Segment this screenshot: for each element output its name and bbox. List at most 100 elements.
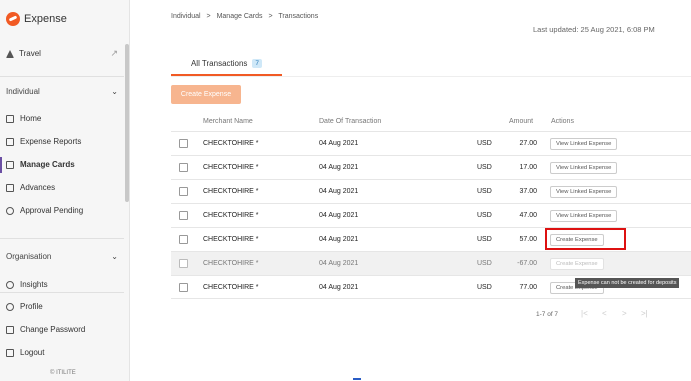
sidebar-scrollbar[interactable] xyxy=(125,44,129,202)
breadcrumb-separator: > xyxy=(206,13,211,20)
merchant-name: CHECKTOHIRE * xyxy=(203,188,259,195)
active-indicator xyxy=(0,157,2,173)
view-linked-expense-button[interactable]: View Linked Expense xyxy=(550,186,618,198)
transaction-date: 04 Aug 2021 xyxy=(319,164,359,171)
prev-page-icon[interactable]: < xyxy=(602,309,607,318)
breadcrumb-individual[interactable]: Individual xyxy=(171,13,201,20)
sidebar-item-profile[interactable]: Profile xyxy=(6,302,43,311)
currency: USD xyxy=(477,236,492,243)
view-linked-expense-button[interactable]: View Linked Expense xyxy=(550,162,618,174)
sidebar-item-label: Profile xyxy=(20,302,43,311)
breadcrumb-separator: > xyxy=(268,13,273,20)
sidebar-item-logout[interactable]: Logout xyxy=(6,348,44,357)
section-organisation[interactable]: Organisation ⌄ xyxy=(6,252,118,261)
last-page-icon[interactable]: >| xyxy=(641,309,648,318)
logout-icon xyxy=(6,348,14,357)
merchant-name: CHECKTOHIRE * xyxy=(203,212,259,219)
home-icon xyxy=(6,114,14,123)
amount: 57.00 xyxy=(519,236,537,243)
sidebar-item-label: Home xyxy=(20,114,42,123)
row-checkbox[interactable] xyxy=(179,259,188,268)
transaction-date: 04 Aug 2021 xyxy=(319,188,359,195)
sidebar-item-advances[interactable]: Advances xyxy=(6,183,55,192)
sidebar-item-label: Change Password xyxy=(20,325,86,334)
create-expense-row-button-disabled[interactable]: Create Expense xyxy=(550,258,604,270)
table-row: CHECKTOHIRE * 04 Aug 2021 USD -67.00 Cre… xyxy=(171,251,691,275)
amount: -67.00 xyxy=(517,260,537,267)
highlight-box xyxy=(545,228,626,250)
column-header-actions: Actions xyxy=(551,118,574,125)
deposit-tooltip: Expense can not be created for deposits xyxy=(575,278,680,288)
currency: USD xyxy=(477,188,492,195)
chevron-down-icon: ⌄ xyxy=(111,87,118,96)
breadcrumb-manage-cards[interactable]: Manage Cards xyxy=(217,13,263,20)
merchant-name: CHECKTOHIRE * xyxy=(203,260,259,267)
next-page-icon[interactable]: > xyxy=(622,309,627,318)
currency: USD xyxy=(477,260,492,267)
transaction-date: 04 Aug 2021 xyxy=(319,212,359,219)
copyright: © ITILITE xyxy=(50,370,76,376)
last-updated: Last updated: 25 Aug 2021, 6:08 PM xyxy=(533,25,655,34)
row-checkbox[interactable] xyxy=(179,187,188,196)
view-linked-expense-button[interactable]: View Linked Expense xyxy=(550,210,618,222)
card-icon xyxy=(6,160,14,169)
sidebar-item-label: Approval Pending xyxy=(20,206,84,215)
section-title: Organisation xyxy=(6,252,52,261)
row-checkbox[interactable] xyxy=(179,235,188,244)
sidebar-item-change-password[interactable]: Change Password xyxy=(6,325,85,334)
transaction-date: 04 Aug 2021 xyxy=(319,284,359,291)
tab-underline xyxy=(171,76,691,77)
merchant-name: CHECKTOHIRE * xyxy=(203,236,259,243)
sidebar-item-label: Advances xyxy=(20,183,56,192)
sidebar: Expense Travel ↗ Individual ⌄ Home Expen… xyxy=(0,0,130,381)
currency: USD xyxy=(477,140,492,147)
table-row: CHECKTOHIRE * 04 Aug 2021 USD 47.00 View… xyxy=(171,203,691,227)
app-logo[interactable]: Expense xyxy=(6,12,67,26)
travel-icon xyxy=(6,49,14,58)
expense-logo-icon xyxy=(6,12,20,26)
row-checkbox[interactable] xyxy=(179,163,188,172)
sidebar-item-manage-cards[interactable]: Manage Cards xyxy=(6,160,75,169)
sidebar-item-approval-pending[interactable]: Approval Pending xyxy=(6,206,83,215)
merchant-name: CHECKTOHIRE * xyxy=(203,140,259,147)
section-individual[interactable]: Individual ⌄ xyxy=(6,87,118,96)
row-checkbox[interactable] xyxy=(179,211,188,220)
sidebar-item-insights[interactable]: Insights xyxy=(6,280,48,289)
merchant-name: CHECKTOHIRE * xyxy=(203,164,259,171)
transaction-date: 04 Aug 2021 xyxy=(319,140,359,147)
amount: 47.00 xyxy=(519,212,537,219)
amount: 37.00 xyxy=(519,188,537,195)
sidebar-item-home[interactable]: Home xyxy=(6,114,41,123)
breadcrumb: Individual > Manage Cards > Transactions xyxy=(171,13,322,20)
table-row: CHECKTOHIRE * 04 Aug 2021 USD 27.00 View… xyxy=(171,131,691,155)
section-title: Individual xyxy=(6,87,40,96)
create-expense-button[interactable]: Create Expense xyxy=(171,85,241,104)
app-title: Expense xyxy=(24,13,67,25)
first-page-icon[interactable]: |< xyxy=(581,309,588,318)
divider xyxy=(0,76,124,77)
currency: USD xyxy=(477,284,492,291)
view-linked-expense-button[interactable]: View Linked Expense xyxy=(550,138,618,150)
row-checkbox[interactable] xyxy=(179,283,188,292)
breadcrumb-transactions: Transactions xyxy=(278,13,319,20)
advances-icon xyxy=(6,183,14,192)
tab-label: All Transactions xyxy=(190,59,248,68)
sidebar-item-label: Manage Cards xyxy=(20,160,75,169)
amount: 27.00 xyxy=(519,140,537,147)
document-icon xyxy=(6,137,14,146)
row-checkbox[interactable] xyxy=(179,139,188,148)
table-row: CHECKTOHIRE * 04 Aug 2021 USD 17.00 View… xyxy=(171,155,691,179)
tab-count-badge: 7 xyxy=(252,59,263,68)
amount: 17.00 xyxy=(519,164,537,171)
external-link-icon[interactable]: ↗ xyxy=(110,48,118,59)
tab-all-transactions[interactable]: All Transactions 7 xyxy=(171,54,282,76)
sidebar-item-label: Expense Reports xyxy=(20,137,82,146)
sidebar-item-travel[interactable]: Travel ↗ xyxy=(6,48,118,59)
sidebar-item-label: Travel xyxy=(19,49,41,58)
sidebar-item-expense-reports[interactable]: Expense Reports xyxy=(6,137,81,146)
divider xyxy=(0,292,124,293)
currency: USD xyxy=(477,164,492,171)
table-row: CHECKTOHIRE * 04 Aug 2021 USD 37.00 View… xyxy=(171,179,691,203)
lock-icon xyxy=(6,325,14,334)
chevron-down-icon: ⌄ xyxy=(111,252,118,261)
